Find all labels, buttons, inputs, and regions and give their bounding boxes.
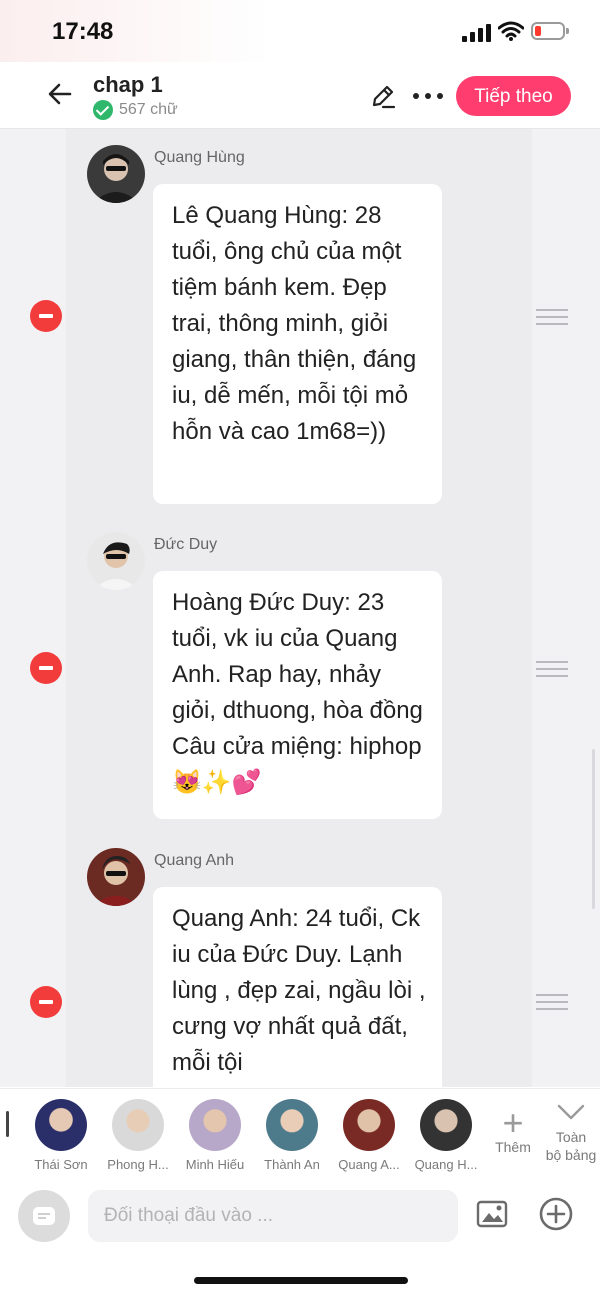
character-chip[interactable]: Minh Hiếu [176,1099,254,1172]
remove-icon[interactable] [30,652,62,684]
avatar [266,1099,318,1151]
character-chip-name: Thái Sơn [34,1157,88,1172]
word-count: 567 chữ [93,100,178,120]
chevron-down-icon [557,1104,585,1120]
dialogue-input[interactable] [88,1190,458,1242]
add-character-label: Thêm [495,1139,531,1155]
chat-mode-button[interactable] [18,1190,70,1242]
scrollbar[interactable] [592,749,595,909]
back-arrow-icon[interactable] [44,78,76,110]
avatar[interactable] [87,532,145,590]
full-board-label-2: bộ bảng [545,1147,597,1163]
input-bar [0,1178,600,1299]
wifi-icon [498,21,524,41]
character-chip[interactable]: Thái Sơn [22,1099,100,1172]
battery-icon [531,22,569,40]
editor-header: chap 1 567 chữ Tiếp theo [0,62,600,129]
more-dots-icon[interactable] [410,84,446,108]
dialogue-bubble[interactable]: Lê Quang Hùng: 28 tuổi, ông chủ của một … [153,184,442,504]
add-circle-icon[interactable] [538,1196,574,1232]
character-chip-name: Phong H... [107,1157,169,1172]
character-chip[interactable]: Phong H... [99,1099,177,1172]
status-time: 17:48 [52,18,114,45]
drag-handle-icon[interactable] [536,309,568,325]
character-chip[interactable]: Quang H... [407,1099,485,1172]
image-icon[interactable] [476,1200,508,1228]
strip-edge [6,1111,9,1137]
dialogue-list[interactable]: Quang Hùng Lê Quang Hùng: 28 tuổi, ông c… [0,129,600,1087]
drag-handle-icon[interactable] [536,661,568,677]
status-bar: 17:48 [0,0,600,62]
character-strip[interactable]: Thái Sơn Phong H... Minh Hiếu Thành An Q… [0,1088,600,1179]
character-name: Quang Hùng [154,149,245,166]
character-chip-name: Quang A... [338,1157,400,1172]
remove-icon[interactable] [30,986,62,1018]
dialogue-bubble[interactable]: Quang Anh: 24 tuổi, Ck iu của Đức Duy. L… [153,887,442,1087]
avatar [112,1099,164,1151]
character-name: Đức Duy [154,536,218,553]
chapter-title: chap 1 [93,72,163,97]
check-icon [93,100,113,120]
character-chip-name: Thành An [264,1157,320,1172]
dialogue-bubble[interactable]: Hoàng Đức Duy: 23 tuổi, vk iu của Quang … [153,571,442,819]
avatar [343,1099,395,1151]
remove-icon[interactable] [30,300,62,332]
character-chip[interactable]: Quang A... [330,1099,408,1172]
plus-icon: + [502,1102,524,1143]
character-chip-name: Quang H... [414,1157,478,1172]
drag-handle-icon[interactable] [536,994,568,1010]
next-button[interactable]: Tiếp theo [456,76,571,116]
character-chip[interactable]: Thành An [253,1099,331,1172]
signal-icon [462,24,492,42]
full-board-label-1: Toàn [555,1129,587,1145]
avatar[interactable] [87,848,145,906]
avatar[interactable] [87,145,145,203]
character-name: Quang Anh [154,852,235,869]
avatar [420,1099,472,1151]
word-count-label: 567 chữ [119,101,178,118]
chat-icon [33,1207,55,1225]
full-board-button[interactable]: Toàn bộ bảng [542,1101,600,1164]
character-chip-name: Minh Hiếu [185,1157,245,1172]
add-character-button[interactable]: + Thêm [490,1102,536,1156]
avatar [189,1099,241,1151]
avatar [35,1099,87,1151]
home-indicator [194,1277,408,1284]
edit-pencil-icon[interactable] [368,81,398,111]
